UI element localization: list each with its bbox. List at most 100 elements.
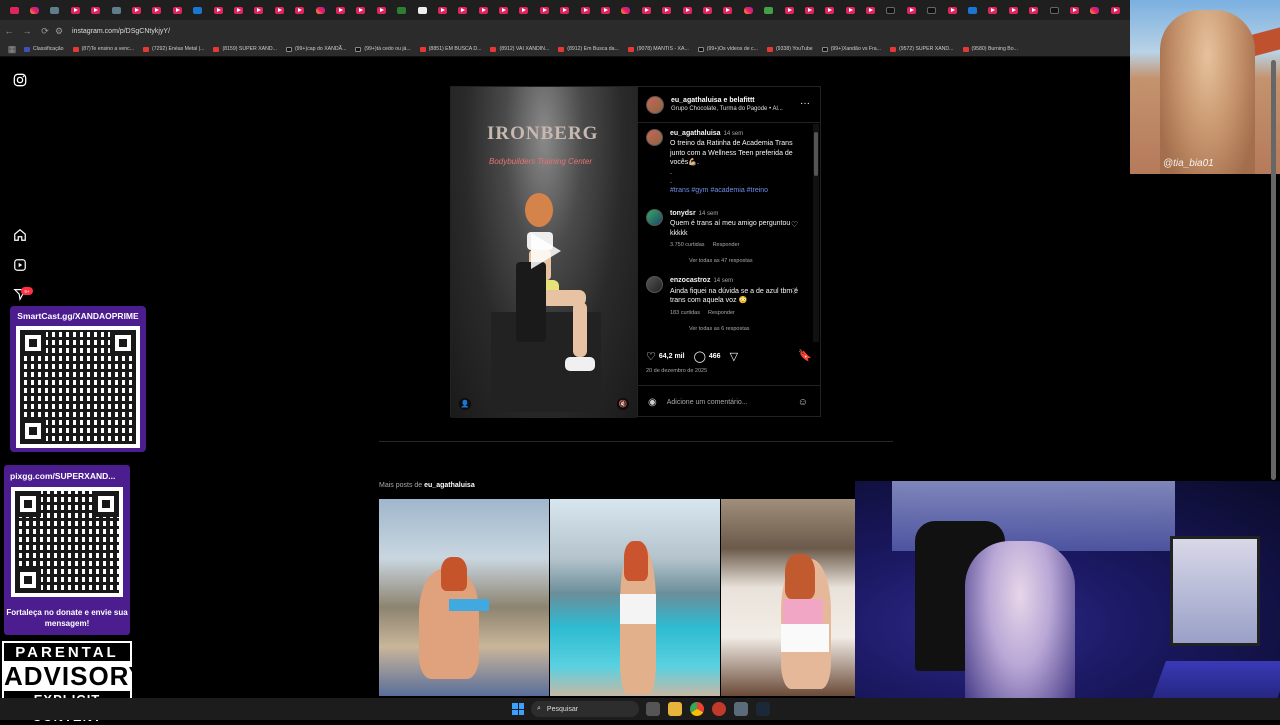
forward-icon[interactable]: → <box>18 20 36 42</box>
browser-tab[interactable] <box>514 0 534 20</box>
bookmark-item[interactable]: (8159) SUPER XAND... <box>213 46 277 52</box>
browser-tab[interactable] <box>881 0 901 20</box>
browser-tab[interactable] <box>1105 0 1125 20</box>
bookmark-item[interactable]: (9078) MANTIS - XA... <box>627 46 689 52</box>
browser-tab[interactable] <box>555 0 575 20</box>
browser-tab[interactable] <box>4 0 24 20</box>
browser-tab[interactable] <box>412 0 432 20</box>
browser-tab[interactable] <box>1085 0 1105 20</box>
url-field[interactable]: instagram.com/p/DSgCNtykjyY/ <box>72 28 170 35</box>
taskbar-search[interactable]: ⌕ Pesquisar <box>531 701 639 717</box>
browser-tab[interactable] <box>779 0 799 20</box>
like-icon[interactable]: ♡ <box>646 350 656 363</box>
browser-tab[interactable] <box>45 0 65 20</box>
instagram-logo-icon[interactable] <box>13 73 27 87</box>
bookmark-item[interactable]: (9572) SUPER XAND... <box>890 46 954 52</box>
browser-tab[interactable] <box>901 0 921 20</box>
browser-tab[interactable] <box>269 0 289 20</box>
more-posts-user[interactable]: eu_agathaluisa <box>424 482 475 489</box>
comment-like-icon[interactable]: ♡ <box>791 287 798 296</box>
home-icon[interactable] <box>13 228 27 242</box>
bookmark-item[interactable]: (7292) Enéas Metal |... <box>143 46 204 52</box>
steam-icon[interactable] <box>756 702 770 716</box>
browser-tab[interactable] <box>126 0 146 20</box>
browser-tab[interactable] <box>575 0 595 20</box>
browser-tab[interactable] <box>371 0 391 20</box>
browser-tab[interactable] <box>473 0 493 20</box>
reply-button[interactable]: Responder <box>713 242 740 248</box>
bookmark-item[interactable]: (8912) Em Busca da... <box>558 46 619 52</box>
browser-tab[interactable] <box>534 0 554 20</box>
apps-icon[interactable]: ▦ <box>0 42 24 56</box>
more-options-icon[interactable]: ··· <box>800 98 810 109</box>
browser-tab[interactable] <box>65 0 85 20</box>
chrome-icon[interactable] <box>690 702 704 716</box>
start-button[interactable] <box>512 703 524 715</box>
caption-hashtags[interactable]: #trans #gym #academia #treino <box>670 186 804 195</box>
back-icon[interactable]: ← <box>0 20 18 42</box>
avatar[interactable] <box>646 95 664 114</box>
browser-tab[interactable] <box>24 0 44 20</box>
comment-input[interactable]: Adicione um comentário... <box>667 399 748 406</box>
browser-tab[interactable] <box>453 0 473 20</box>
browser-tab[interactable] <box>718 0 738 20</box>
site-info-icon[interactable]: ⚙ <box>54 20 64 42</box>
browser-tab[interactable] <box>758 0 778 20</box>
share-icon[interactable]: ▽ <box>730 350 738 363</box>
mute-icon[interactable]: 🔇 <box>617 398 629 410</box>
reply-button[interactable]: Responder <box>708 310 735 316</box>
bookmark-item[interactable]: (99+)Os vídeos de c... <box>697 46 758 52</box>
browser-tab[interactable] <box>228 0 248 20</box>
avatar[interactable] <box>646 129 663 146</box>
browser-tab[interactable] <box>1064 0 1084 20</box>
browser-tab[interactable] <box>208 0 228 20</box>
task-view-icon[interactable] <box>646 702 660 716</box>
bookmark-item[interactable]: (99+)Xandão vs Fra... <box>821 46 881 52</box>
browser-tab[interactable] <box>962 0 982 20</box>
bookmark-item[interactable]: (99+)tá cedo ou já... <box>355 46 411 52</box>
comment-icon[interactable]: ◯ <box>694 350 706 363</box>
comment-like-icon[interactable]: ♡ <box>791 220 798 229</box>
browser-tab[interactable] <box>188 0 208 20</box>
browser-tab[interactable] <box>860 0 880 20</box>
settings-icon[interactable] <box>734 702 748 716</box>
browser-tab[interactable] <box>595 0 615 20</box>
browser-tab[interactable] <box>697 0 717 20</box>
browser-tab[interactable] <box>636 0 656 20</box>
browser-tab[interactable] <box>432 0 452 20</box>
bookmark-item[interactable]: (99+)cap do XANDÃ... <box>285 46 346 52</box>
comment-likes[interactable]: 183 curtidas <box>670 310 700 316</box>
reload-icon[interactable]: ⟳ <box>36 20 54 42</box>
emoji-icon[interactable]: ☺ <box>798 397 808 408</box>
browser-tab[interactable] <box>1003 0 1023 20</box>
browser-tab[interactable] <box>106 0 126 20</box>
comments-scrollbar[interactable] <box>813 124 819 342</box>
browser-tab[interactable] <box>942 0 962 20</box>
like-count[interactable]: 64,2 mil <box>659 353 685 360</box>
play-icon[interactable] <box>531 233 561 269</box>
browser-tab[interactable] <box>249 0 269 20</box>
comment-user[interactable]: tonydsr <box>670 210 696 217</box>
browser-tab[interactable] <box>1024 0 1044 20</box>
post-thumbnail[interactable] <box>379 499 549 696</box>
user-tag-icon[interactable]: 👤 <box>459 398 471 410</box>
app-icon[interactable] <box>712 702 726 716</box>
bookmark-item[interactable]: (8912) VAI XANDIN... <box>490 46 549 52</box>
comment-user[interactable]: enzocastroz <box>670 277 710 284</box>
comment-likes[interactable]: 3.750 curtidas <box>670 242 705 248</box>
avatar[interactable] <box>646 208 663 226</box>
bookmark-item[interactable]: (9338) YouTube <box>766 46 813 52</box>
view-replies-link[interactable]: Ver todas as 47 respostas <box>638 258 812 264</box>
caption-user[interactable]: eu_agathaluisa <box>670 130 721 137</box>
bookmark-icon[interactable]: 🔖 <box>798 349 812 362</box>
bookmark-item[interactable]: (87)Te ensino a venc... <box>72 46 134 52</box>
browser-tab[interactable] <box>657 0 677 20</box>
browser-tab[interactable] <box>840 0 860 20</box>
bookmark-item[interactable]: (9580) Burning Bo... <box>962 46 1018 52</box>
post-author[interactable]: eu_agathaluisa e belafittt <box>671 97 783 104</box>
post-thumbnail[interactable] <box>721 499 855 696</box>
view-replies-link[interactable]: Ver todas as 6 respostas <box>638 326 812 332</box>
browser-tab[interactable] <box>391 0 411 20</box>
page-scrollbar[interactable] <box>1271 60 1276 480</box>
browser-tab[interactable] <box>86 0 106 20</box>
